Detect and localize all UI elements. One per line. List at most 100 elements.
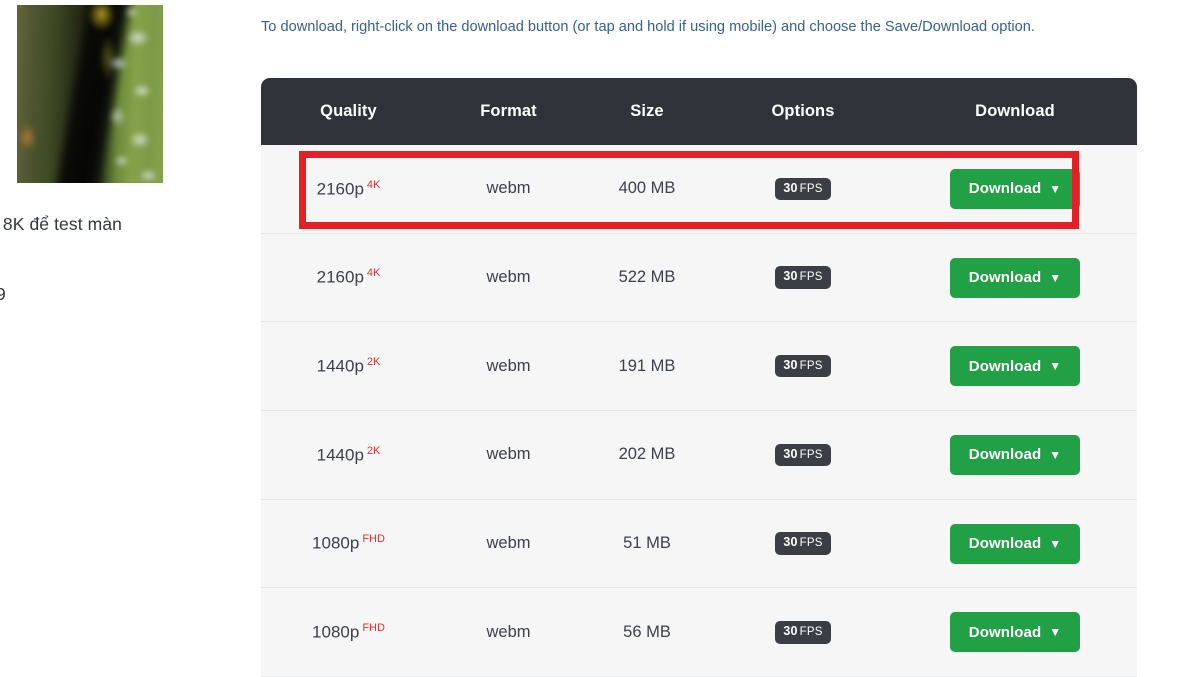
table-row: 1440p2Kwebm191 MB30FPSDownload▼ <box>261 322 1137 411</box>
cell-format: webm <box>436 179 581 198</box>
cell-format: webm <box>436 623 581 642</box>
download-button-label: Download <box>969 269 1041 286</box>
cell-options: 30FPS <box>713 621 893 644</box>
chevron-down-icon: ▼ <box>1049 183 1061 195</box>
cell-quality: 2160p4K <box>261 267 436 287</box>
fps-number: 30 <box>783 624 797 638</box>
download-button[interactable]: Download ▼ <box>950 435 1080 475</box>
table-row: 1080pFHD webm 56 MB 30FPS Download ▼ <box>261 588 1137 677</box>
quality-value: 1080p <box>312 622 359 641</box>
size-value: 202 MB <box>619 445 676 463</box>
cell-format: webm <box>436 445 581 464</box>
cell-download: Download▼ <box>893 346 1137 386</box>
chevron-down-icon: ▼ <box>1049 360 1061 372</box>
fps-number: 30 <box>783 358 797 372</box>
cell-format: webm <box>436 534 581 553</box>
cell-options: 30FPS <box>713 444 893 467</box>
chevron-down-icon: ▼ <box>1049 538 1061 550</box>
download-table: Quality Format Size Options Download 216… <box>261 78 1137 677</box>
table-row: 2160p4K webm 400 MB 30FPS Download ▼ <box>261 145 1137 234</box>
fps-unit: FPS <box>800 449 823 461</box>
table-row: 1080pFHD webm 51 MB 30FPS Download ▼ <box>261 500 1137 589</box>
article-clipped-text-line-1: ) 8K để test màn <box>0 214 252 235</box>
size-value: 51 MB <box>623 534 671 552</box>
cell-format: webm <box>436 357 581 376</box>
download-instructions-text: To download, right-click on the download… <box>261 17 1151 38</box>
fps-unit: FPS <box>800 183 823 195</box>
fps-badge: 30FPS <box>775 178 830 201</box>
cell-size: 400 MB <box>581 179 713 198</box>
cell-quality: 1440p2K <box>261 445 436 465</box>
fps-unit: FPS <box>800 537 823 549</box>
format-value: webm <box>486 623 530 641</box>
cell-size: 56 MB <box>581 623 713 642</box>
fps-number: 30 <box>783 181 797 195</box>
quality-tag: 2K <box>367 445 380 457</box>
table-row: 2160p4K webm 522 MB 30FPS Download ▼ <box>261 234 1137 323</box>
download-button[interactable]: Download ▼ <box>950 169 1080 209</box>
column-header-size: Size <box>581 102 713 121</box>
cell-download: Download ▼ <box>893 169 1137 209</box>
fps-unit: FPS <box>800 271 823 283</box>
quality-tag: FHD <box>362 622 385 634</box>
download-button-label: Download <box>969 624 1041 641</box>
cell-format: webm <box>436 268 581 287</box>
cell-options: 30FPS <box>713 355 893 378</box>
format-value: webm <box>486 268 530 286</box>
cell-options: 30FPS <box>713 266 893 289</box>
article-thumbnail <box>17 5 163 183</box>
size-value: 56 MB <box>623 623 671 641</box>
fps-badge: 30FPS <box>775 532 830 555</box>
cell-quality: 2160p4K <box>261 179 436 199</box>
quality-tag: FHD <box>362 533 385 545</box>
cell-size: 522 MB <box>581 268 713 287</box>
format-value: webm <box>486 445 530 463</box>
table-body: 2160p4Kwebm400 MB30FPSDownload▼2160p4Kwe… <box>261 145 1137 677</box>
quality-value: 1440p <box>317 356 364 375</box>
table-header-row: Quality Format Size Options Download <box>261 78 1137 145</box>
table-row: 1440p2K webm 202 MB 30FPS Download ▼ <box>261 411 1137 500</box>
download-button[interactable]: Download ▼ <box>950 612 1080 652</box>
chevron-down-icon: ▼ <box>1049 449 1061 461</box>
fps-number: 30 <box>783 535 797 549</box>
format-value: webm <box>486 179 530 197</box>
cell-size: 51 MB <box>581 534 713 553</box>
cell-size: 202 MB <box>581 445 713 464</box>
quality-tag: 4K <box>367 179 380 191</box>
fps-badge: 30FPS <box>775 355 830 378</box>
quality-tag: 2K <box>367 356 380 368</box>
fps-unit: FPS <box>800 360 823 372</box>
quality-value: 2160p <box>317 268 364 287</box>
fps-number: 30 <box>783 269 797 283</box>
size-value: 522 MB <box>619 268 676 286</box>
fps-badge: 30FPS <box>775 444 830 467</box>
column-header-format: Format <box>436 102 581 121</box>
cell-download: Download ▼ <box>893 435 1137 475</box>
cell-quality: 1080pFHD <box>261 622 436 642</box>
download-button[interactable]: Download ▼ <box>950 258 1080 298</box>
cell-options: 30FPS <box>713 532 893 555</box>
cell-quality: 1080pFHD <box>261 533 436 553</box>
download-button[interactable]: Download▼ <box>950 346 1080 386</box>
quality-tag: 4K <box>367 267 380 279</box>
size-value: 400 MB <box>619 179 676 197</box>
column-header-quality: Quality <box>261 102 436 121</box>
column-header-options: Options <box>713 102 893 121</box>
quality-value: 1440p <box>317 445 364 464</box>
fps-badge: 30FPS <box>775 621 830 644</box>
thumbnail-photo <box>17 5 163 183</box>
cell-size: 191 MB <box>581 357 713 376</box>
chevron-down-icon: ▼ <box>1049 626 1061 638</box>
format-value: webm <box>486 534 530 552</box>
article-left-column: ) 8K để test màn 9 <box>0 0 250 675</box>
download-button-label: Download <box>969 535 1041 552</box>
page-root: ) 8K để test màn 9 To download, right-cl… <box>0 0 1200 675</box>
cell-download: Download ▼ <box>893 258 1137 298</box>
size-value: 191 MB <box>619 357 676 375</box>
chevron-down-icon: ▼ <box>1049 272 1061 284</box>
cell-quality: 1440p2K <box>261 356 436 376</box>
article-clipped-text-line-2: 9 <box>0 284 256 305</box>
download-button-label: Download <box>969 180 1041 197</box>
download-button-label: Download <box>969 446 1041 463</box>
download-button[interactable]: Download ▼ <box>950 524 1080 564</box>
